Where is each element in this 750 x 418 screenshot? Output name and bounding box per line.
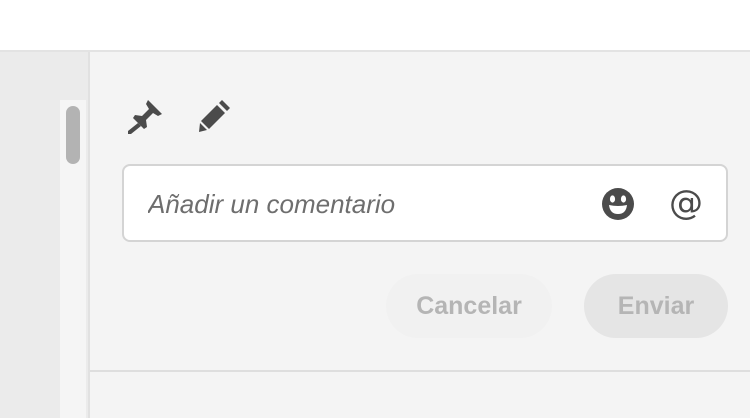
- scrollbar-track[interactable]: [60, 100, 86, 418]
- comment-input[interactable]: [148, 184, 568, 224]
- comment-box: @: [122, 164, 728, 242]
- comment-panel: @ Cancelar Enviar: [90, 52, 750, 418]
- cancel-button-label: Cancelar: [416, 291, 522, 320]
- send-button[interactable]: Enviar: [584, 274, 728, 338]
- top-bar: [0, 0, 750, 52]
- scrollbar-thumb[interactable]: [66, 106, 80, 164]
- cancel-button[interactable]: Cancelar: [386, 274, 552, 338]
- at-icon: @: [669, 183, 703, 223]
- section-divider: [90, 370, 750, 372]
- send-button-label: Enviar: [617, 291, 695, 320]
- mention-button[interactable]: @: [665, 182, 707, 224]
- pencil-icon[interactable]: [196, 96, 236, 136]
- pin-icon[interactable]: [126, 96, 166, 136]
- smiley-icon[interactable]: [598, 184, 638, 224]
